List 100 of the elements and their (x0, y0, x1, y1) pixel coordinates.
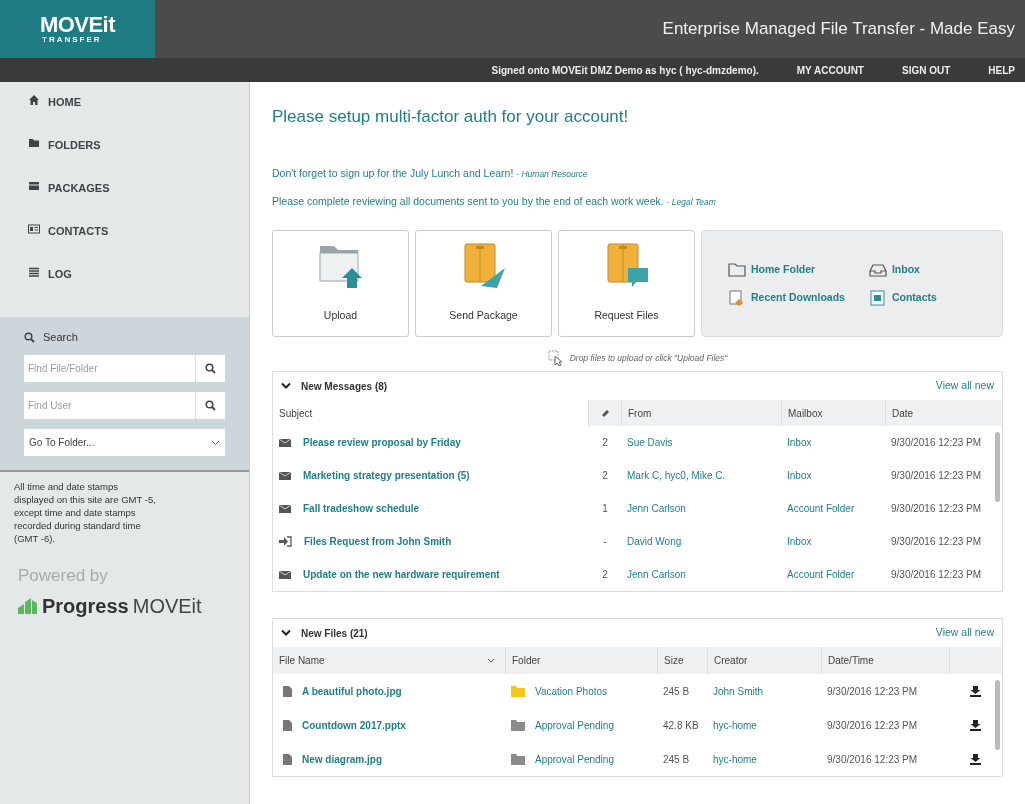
column-header: Size (657, 647, 707, 674)
message-subject[interactable]: Update on the new hardware requirement (303, 567, 500, 582)
search-title: Search (43, 329, 78, 345)
search-icon (24, 331, 35, 343)
mailbox-link[interactable]: Inbox (781, 534, 885, 549)
view-all-link[interactable]: View all new (935, 625, 994, 641)
sender-link[interactable]: Sue Davis (621, 435, 781, 450)
file-date: 9/30/2016 12:23 PM (826, 752, 919, 767)
sender-link[interactable]: Mark C, hyc0, Mike C. (621, 468, 781, 483)
mailbox-link[interactable]: Inbox (781, 468, 885, 483)
message-date: 9/30/2016 12:23 PM (890, 502, 983, 516)
column-header: Date (885, 400, 1002, 426)
message-date: 9/30/2016 12:23 PM (890, 469, 983, 483)
scrollbar-thumb[interactable] (995, 680, 1000, 750)
file-name-link[interactable]: New diagram.jpg (302, 751, 382, 767)
action-tile[interactable]: Upload (272, 230, 409, 337)
nav-item[interactable]: FOLDERS (0, 133, 249, 176)
sender-link[interactable]: Jenn Carlson (621, 501, 781, 516)
mailbox-link[interactable]: Account Folder (781, 567, 885, 582)
mailbox-link[interactable]: Inbox (781, 435, 885, 450)
shortcut-link[interactable]: Contacts (868, 289, 937, 306)
search-icon (205, 363, 216, 374)
header-link[interactable]: HELP (988, 62, 1015, 78)
column-header: Mailbox (781, 400, 885, 426)
download-icon[interactable] (970, 753, 981, 765)
file-size: 245 B (662, 684, 691, 699)
sign-in-icon (279, 536, 292, 547)
attachment-count: 2 (601, 568, 609, 582)
chevron-down-icon (281, 382, 291, 390)
creator-link[interactable]: hyc-home (707, 717, 821, 733)
column-header: From (621, 400, 781, 426)
chevron-down-icon (281, 629, 291, 637)
nav-item[interactable]: PACKAGES (0, 176, 249, 219)
signed-in-text: Signed onto MOVEit DMZ Demo as hyc ( hyc-dmzdemo). (491, 63, 759, 78)
file-size: 42.8 KB (662, 718, 700, 733)
download-icon[interactable] (970, 719, 981, 731)
pointer-icon (547, 350, 564, 366)
column-header: Creator (707, 647, 821, 674)
message-date: 9/30/2016 12:23 PM (890, 568, 983, 582)
shortcut-link[interactable]: Home Folder (728, 261, 845, 278)
action-tile[interactable]: Send Package (415, 230, 552, 337)
shortcut-link[interactable]: Recent Downloads (728, 289, 845, 306)
file-name-link[interactable]: A beautiful photo.jpg (302, 683, 402, 699)
paperclip-icon (600, 408, 610, 418)
attachment-count: 1 (601, 502, 609, 516)
contact-card-icon (28, 223, 40, 235)
file-search-field[interactable]: Find File/Folder (24, 355, 195, 382)
scrollbar-thumb[interactable] (995, 432, 1000, 502)
message-subject[interactable]: Marketing strategy presentation (5) (303, 468, 470, 483)
header-link[interactable]: SIGN OUT (902, 62, 951, 78)
sender-link[interactable]: David Wong (621, 534, 781, 549)
creator-link[interactable]: John Smith (707, 683, 821, 699)
search-button[interactable] (195, 355, 225, 382)
folder-link[interactable]: Vacation Photos (535, 683, 608, 699)
alert-message: Please setup multi-factor auth for your account! (272, 106, 630, 128)
inbox-icon (868, 261, 887, 278)
message-subject[interactable]: Please review proposal by Friday (303, 435, 461, 450)
logo[interactable]: MOVEit TRANSFER (0, 0, 155, 58)
document-icon (283, 753, 292, 765)
mailbox-link[interactable]: Account Folder (781, 501, 885, 516)
message-date: 9/30/2016 12:23 PM (890, 535, 983, 549)
column-header: File Name (279, 654, 325, 668)
contact-card-icon (868, 289, 887, 306)
nav-item[interactable]: LOG (0, 262, 249, 305)
search-icon (205, 400, 216, 411)
file-date: 9/30/2016 12:23 PM (826, 718, 919, 733)
header-link[interactable]: MY ACCOUNT (796, 62, 864, 78)
folder-link[interactable]: Approval Pending (535, 751, 614, 767)
column-header: Folder (505, 647, 657, 674)
download-icon[interactable] (970, 685, 981, 697)
column-header: Date/Time (821, 647, 949, 674)
drop-hint: Drop files to upload or click "Upload Files" (569, 351, 728, 365)
creator-link[interactable]: hyc-home (707, 751, 821, 767)
envelope-icon (279, 470, 291, 481)
shortcut-link[interactable]: Inbox (868, 261, 937, 278)
search-button[interactable] (195, 392, 225, 419)
file-date: 9/30/2016 12:23 PM (826, 684, 919, 699)
action-tile[interactable]: Request Files (558, 230, 695, 337)
home-icon (28, 94, 40, 106)
nav-item[interactable]: HOME (0, 90, 249, 133)
progress-logo: Progress MOVEit (0, 590, 249, 621)
powered-by-text: Powered by (17, 565, 109, 587)
message-date: 9/30/2016 12:23 PM (890, 436, 983, 450)
folder-icon (28, 137, 40, 149)
nav-item[interactable]: CONTACTS (0, 219, 249, 262)
attachment-count: 2 (601, 469, 609, 483)
view-all-link[interactable]: View all new (935, 378, 994, 394)
panel-title: New Messages (8) (301, 379, 388, 394)
attachment-count: - (602, 535, 608, 549)
timezone-note: All time and date stamps displayed on this site are GMT -5, except time and date stamps recorded during standard time (GMT -6). (13, 480, 157, 545)
document-download-icon (728, 289, 746, 306)
file-name-link[interactable]: Countdown 2017.pptx (302, 717, 406, 733)
tagline: Enterprise Managed File Transfer - Made Easy (662, 18, 1015, 41)
message-subject[interactable]: Fall tradeshow schedule (303, 501, 420, 516)
sender-link[interactable]: Jenn Carlson (621, 567, 781, 582)
user-search-field[interactable]: Find User (24, 392, 195, 419)
message-subject[interactable]: Files Request from John Smith (304, 534, 452, 549)
folder-link[interactable]: Approval Pending (535, 717, 614, 733)
chevron-down-icon (211, 439, 220, 446)
folder-select[interactable]: Go To Folder... (24, 429, 225, 456)
